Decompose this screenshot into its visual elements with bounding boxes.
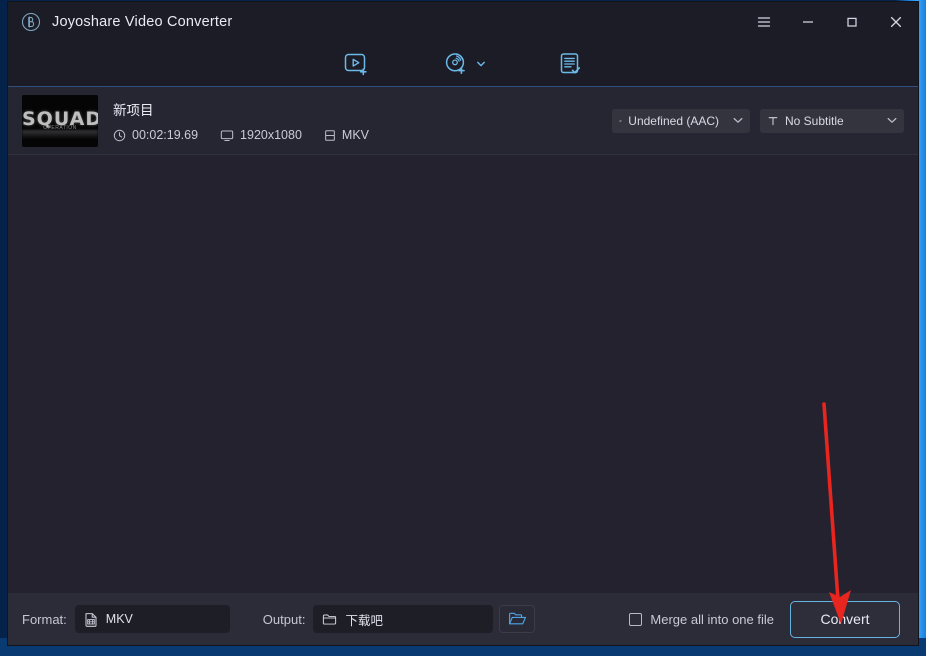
window-controls (742, 2, 918, 42)
close-icon[interactable] (874, 2, 918, 42)
speaker-icon (619, 115, 622, 127)
minimize-icon[interactable] (786, 2, 830, 42)
chevron-down-icon[interactable] (477, 61, 485, 67)
format-select[interactable]: MKV (75, 605, 230, 633)
maximize-icon[interactable] (830, 2, 874, 42)
browse-output-folder-button[interactable] (499, 605, 535, 633)
output-value: 下载吧 (345, 610, 383, 629)
merge-checkbox[interactable] (629, 613, 642, 626)
audio-track-label: Undefined (AAC) (628, 114, 719, 128)
chevron-down-icon[interactable] (879, 117, 897, 124)
container-value: MKV (342, 128, 369, 142)
audio-track-select[interactable]: Undefined (AAC) (612, 109, 750, 133)
file-spec-list: 00:02:19.69 1920x1080 MKV (113, 128, 369, 142)
subtitle-track-select[interactable]: No Subtitle (760, 109, 904, 133)
file-metadata: 新项目 00:02:19.69 1920x1080 (113, 99, 369, 142)
add-video-icon (341, 49, 371, 79)
film-icon (324, 129, 336, 142)
duration-value: 00:02:19.69 (132, 128, 198, 142)
application-window: Joyoshare Video Converter (8, 2, 918, 645)
main-toolbar (8, 42, 918, 87)
duration-spec: 00:02:19.69 (113, 128, 198, 142)
folder-icon (322, 613, 337, 626)
merge-option[interactable]: Merge all into one file (629, 612, 774, 627)
add-video-button[interactable] (337, 45, 375, 83)
file-item-row[interactable]: SQUAD OPERATION 新项目 00:02:19.69 (8, 87, 918, 155)
format-label: Format: (22, 612, 67, 627)
chevron-down-icon[interactable] (725, 117, 743, 124)
file-name-label: 新项目 (113, 99, 369, 119)
task-list-check-icon (555, 49, 585, 79)
track-selectors: Undefined (AAC) No Subtitle (612, 109, 904, 133)
subtitle-track-label: No Subtitle (785, 114, 844, 128)
convert-button[interactable]: Convert (790, 601, 900, 638)
resolution-value: 1920x1080 (240, 128, 302, 142)
window-title: Joyoshare Video Converter (52, 14, 232, 30)
subtitle-t-icon (767, 115, 779, 127)
add-disc-icon (441, 49, 473, 79)
file-list-area[interactable] (8, 155, 918, 593)
joyoshare-logo-icon (21, 12, 41, 32)
menu-icon[interactable] (742, 2, 786, 42)
monitor-icon (220, 129, 234, 142)
task-list-button[interactable] (551, 45, 589, 83)
clock-icon (113, 129, 126, 142)
bottom-bar: Format: MKV Output: 下载吧 (8, 593, 918, 645)
video-thumbnail: SQUAD OPERATION (22, 95, 98, 147)
file-video-icon (84, 612, 98, 627)
output-label: Output: (263, 612, 306, 627)
resolution-spec: 1920x1080 (220, 128, 302, 142)
thumbnail-subtitle: OPERATION (22, 125, 98, 131)
title-bar[interactable]: Joyoshare Video Converter (8, 2, 918, 42)
format-value: MKV (106, 612, 133, 626)
merge-label: Merge all into one file (650, 612, 774, 627)
add-disc-button[interactable] (437, 45, 489, 83)
output-path-field[interactable]: 下载吧 (313, 605, 493, 633)
open-folder-icon (508, 611, 527, 627)
container-spec: MKV (324, 128, 369, 142)
